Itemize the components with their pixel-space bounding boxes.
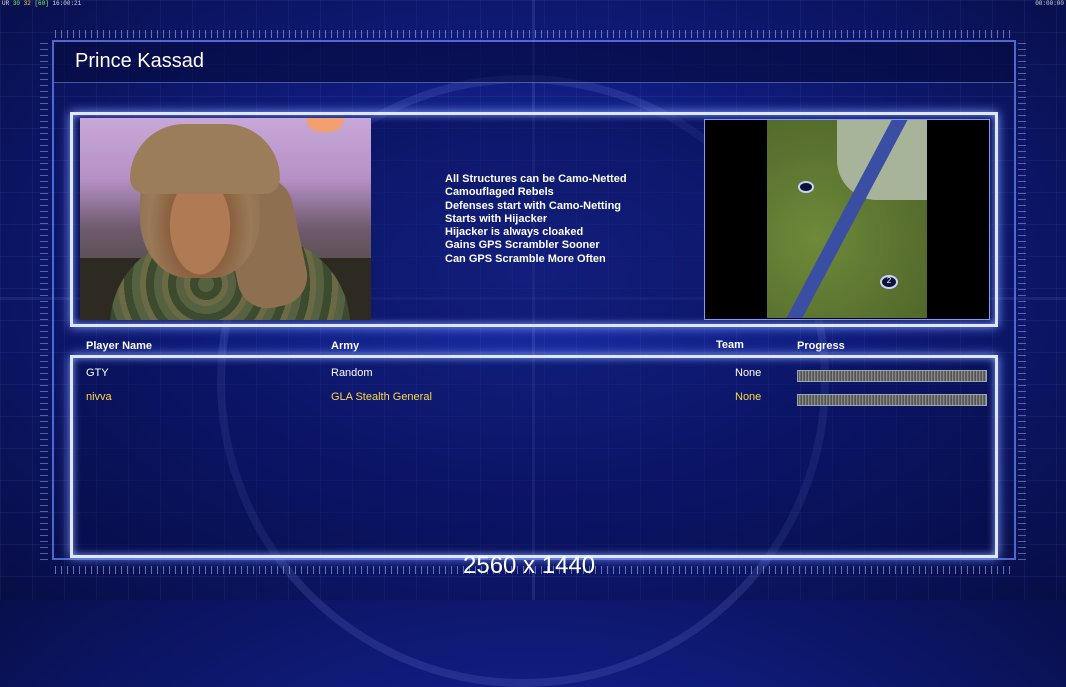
ruler-top <box>55 30 1011 38</box>
portrait-head-wrap <box>130 124 280 194</box>
player-team: None <box>735 391 762 403</box>
resolution-watermark: 2560 x 1440 <box>463 552 596 579</box>
player-team: None <box>735 367 762 379</box>
hud-value-1: 30 <box>12 0 21 7</box>
loading-progress-bar <box>797 394 987 406</box>
player-row: nivva GLA Stealth General None <box>0 389 1066 409</box>
trait-item: Gains GPS Scrambler Sooner <box>445 239 600 252</box>
header-army: Army <box>331 340 360 352</box>
ruler-right <box>1018 40 1026 560</box>
minimap <box>767 120 927 318</box>
game-timer: 00:00:00 <box>1035 0 1064 7</box>
general-traits-list: All Structures can be Camo-Netted Camouf… <box>445 173 627 266</box>
start-position-marker-2: 2 <box>880 275 898 289</box>
player-army: GLA Stealth General <box>331 391 432 403</box>
ruler-left <box>40 40 48 560</box>
hud-clock: 16:00:21 <box>52 0 82 7</box>
portrait-sun <box>306 118 344 132</box>
hud-value-3: [60] <box>34 0 49 7</box>
player-name: GTY <box>86 367 109 379</box>
general-portrait <box>80 118 371 320</box>
player-row: GTY Random None <box>0 365 1066 385</box>
start-position-marker-1 <box>798 181 814 193</box>
fps-counter: UR 30 32 [60] 16:00:21 <box>2 0 81 7</box>
player-name: nivva <box>86 391 112 403</box>
trait-item: Starts with Hijacker <box>445 212 548 225</box>
loading-progress-bar <box>797 370 987 382</box>
trait-item: All Structures can be Camo-Netted <box>445 173 627 185</box>
player-army: Random <box>331 367 373 379</box>
trait-item: Can GPS Scramble More Often <box>445 252 606 265</box>
header-progress: Progress <box>797 340 845 352</box>
header-team: Team <box>716 339 744 351</box>
header-player-name: Player Name <box>86 340 153 352</box>
hud-value-2: 32 <box>23 0 31 7</box>
trait-item: Camouflaged Rebels <box>445 186 554 199</box>
players-panel <box>70 355 998 558</box>
hud-label-ur: UR <box>2 0 10 7</box>
general-name: Prince Kassad <box>75 50 204 72</box>
trait-item: Hijacker is always cloaked <box>445 226 584 239</box>
trait-item: Defenses start with Camo-Netting <box>445 199 622 212</box>
